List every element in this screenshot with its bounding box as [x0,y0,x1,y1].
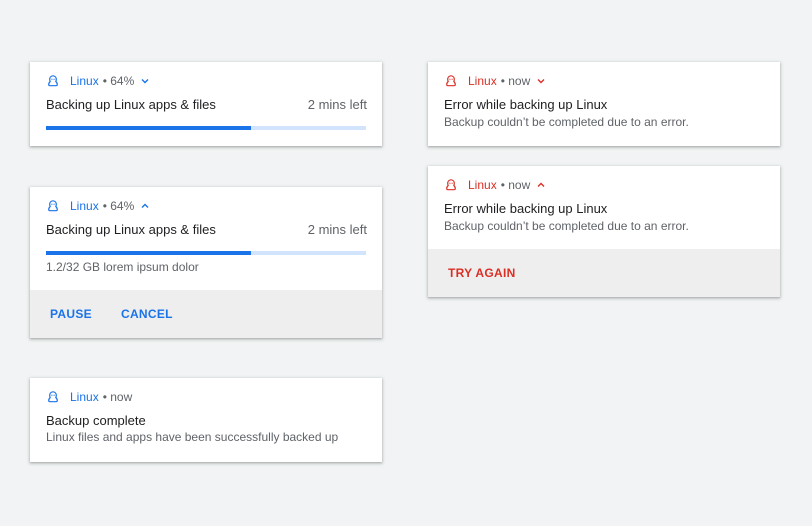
app-name: Linux [468,74,497,88]
progress-bar-fill [46,251,251,255]
cancel-button[interactable]: CANCEL [121,307,173,321]
notification-title: Backing up Linux apps & files [46,97,216,112]
time-left: 2 mins left [307,222,367,237]
notification-meta: • 64% [102,74,135,88]
action-bar: TRY AGAIN [428,249,780,297]
linux-penguin-icon [444,74,458,88]
pause-button[interactable]: PAUSE [50,307,92,321]
notification-header: Linux • now [444,177,547,193]
notification-meta: • now [500,178,531,192]
notification-message: Backup couldn’t be completed due to an e… [444,219,689,233]
app-name: Linux [70,74,99,88]
chevron-up-icon[interactable] [535,179,547,191]
linux-penguin-icon [46,199,60,213]
chevron-down-icon[interactable] [535,75,547,87]
complete-notification[interactable]: Linux • now Backup complete Linux files … [30,378,382,462]
notification-message: Linux files and apps have been successfu… [46,430,339,444]
chevron-up-icon[interactable] [139,200,151,212]
app-name: Linux [468,178,497,192]
progress-bar [46,251,366,255]
notification-meta: • 64% [102,199,135,213]
error-notification-expanded[interactable]: Linux • now Error while backing up Linux… [428,166,780,297]
linux-penguin-icon [444,178,458,192]
notification-header: Linux • 64% [46,73,151,89]
notification-header: Linux • 64% [46,198,151,214]
time-left: 2 mins left [307,97,367,112]
notification-title: Backup complete [46,413,146,428]
notification-title: Error while backing up Linux [444,201,608,216]
app-name: Linux [70,199,99,213]
chevron-down-icon[interactable] [139,75,151,87]
progress-notification-collapsed[interactable]: Linux • 64% Backing up Linux apps & file… [30,62,382,146]
action-bar: PAUSE CANCEL [30,290,382,338]
notification-message: Backup couldn’t be completed due to an e… [444,115,689,129]
error-notification-collapsed[interactable]: Linux • now Error while backing up Linux… [428,62,780,146]
linux-penguin-icon [46,74,60,88]
notification-header: Linux • now [46,389,132,405]
notification-header: Linux • now [444,73,547,89]
progress-bar-fill [46,126,251,130]
notification-title: Error while backing up Linux [444,97,608,112]
notification-title: Backing up Linux apps & files [46,222,216,237]
try-again-button[interactable]: TRY AGAIN [448,266,516,280]
progress-bar [46,126,366,130]
progress-notification-expanded[interactable]: Linux • 64% Backing up Linux apps & file… [30,187,382,338]
notification-meta: • now [102,390,133,404]
linux-penguin-icon [46,390,60,404]
progress-detail: 1.2/32 GB lorem ipsum dolor [46,260,199,274]
app-name: Linux [70,390,99,404]
notification-meta: • now [500,74,531,88]
